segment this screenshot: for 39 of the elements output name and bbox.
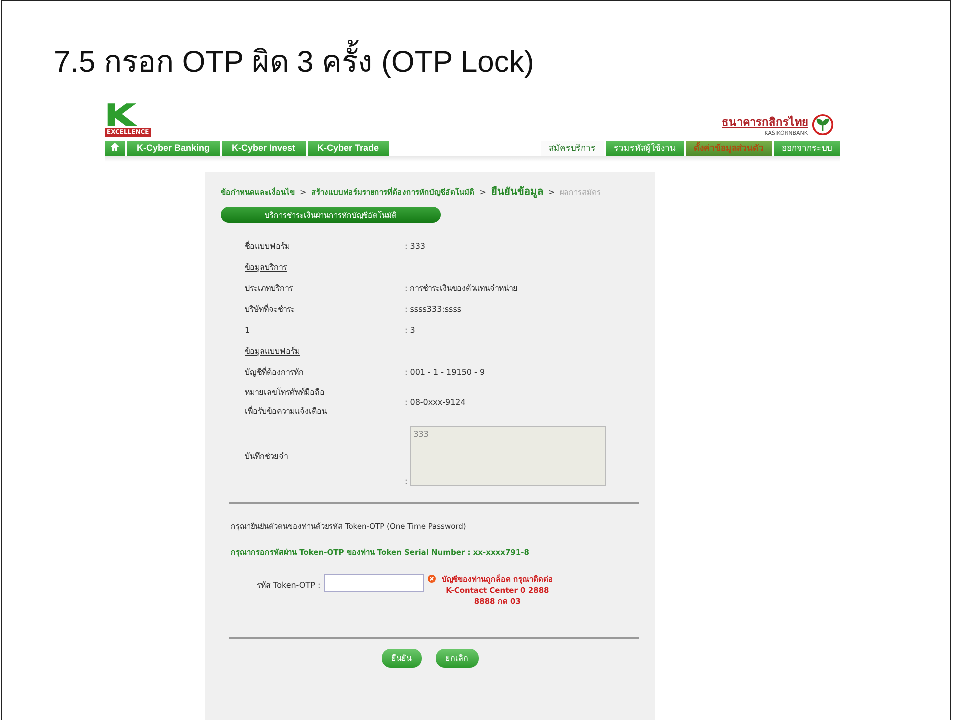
field-value: : ssss333:ssss	[405, 305, 462, 314]
bank-name: ธนาคารกสิกรไทย	[722, 114, 808, 130]
section-heading: ข้อมูลแบบฟอร์ม	[245, 346, 301, 358]
field-label: ชื่อแบบฟอร์ม	[245, 240, 291, 253]
error-icon	[428, 575, 436, 583]
field-value: : 333	[405, 242, 426, 251]
nav-tab[interactable]: K-Cyber Trade	[308, 141, 390, 156]
home-icon	[110, 142, 120, 152]
section-heading: ข้อมูลบริการ	[245, 262, 288, 274]
breadcrumb-separator: >	[548, 188, 556, 197]
field-value: : 3	[405, 326, 416, 335]
field-value: : การชำระเงินของตัวแทนจำหน่าย	[405, 283, 518, 295]
nav-tab[interactable]: K-Cyber Banking	[127, 141, 220, 156]
field-label: รหัส Token-OTP :	[257, 580, 321, 592]
breadcrumb-separator: >	[300, 188, 307, 197]
field-label: หมายเลขโทรศัพท์มือถือ	[245, 386, 326, 399]
nav-tab[interactable]: K-Cyber Invest	[222, 141, 306, 156]
menu-tab[interactable]: รวมรหัสผู้ใช้งาน	[606, 141, 684, 156]
menu-tab[interactable]: สมัครบริการ	[541, 141, 604, 156]
bank-logo-icon	[812, 114, 834, 136]
breadcrumb-separator: >	[480, 188, 486, 197]
memo-textarea[interactable]: 333	[410, 426, 606, 486]
breadcrumb-step: ยืนยันข้อมูล	[491, 184, 544, 199]
field-value: : 08-0xxx-9124	[405, 398, 466, 406]
slide-title: 7.5 กรอก OTP ผิด 3 ครั้ง (OTP Lock)	[2, 1, 950, 81]
field-label: ประเภทบริการ	[245, 283, 294, 295]
field-label: บันทึกช่วยจำ	[245, 450, 289, 462]
field-label: บัญชีที่ต้องการหัก	[245, 366, 305, 379]
field-label: บริษัทที่จะชำระ	[245, 303, 296, 316]
menu-tab[interactable]: ตั้งค่าข้อมูลส่วนตัว	[686, 141, 772, 156]
action-button[interactable]: ยืนยัน	[382, 649, 422, 668]
home-button[interactable]	[105, 141, 125, 156]
field-label: 1	[245, 326, 252, 335]
field-value: : 001 - 1 - 19150 - 9	[405, 368, 486, 377]
action-button[interactable]: ยกเลิก	[436, 649, 478, 668]
otp-input-field[interactable]	[324, 574, 424, 592]
field-label: เพื่อรับข้อความแจ้งเตือน	[245, 405, 328, 418]
colon-text: :	[405, 477, 408, 486]
menu-tab[interactable]: ออกจากระบบ	[774, 141, 840, 156]
